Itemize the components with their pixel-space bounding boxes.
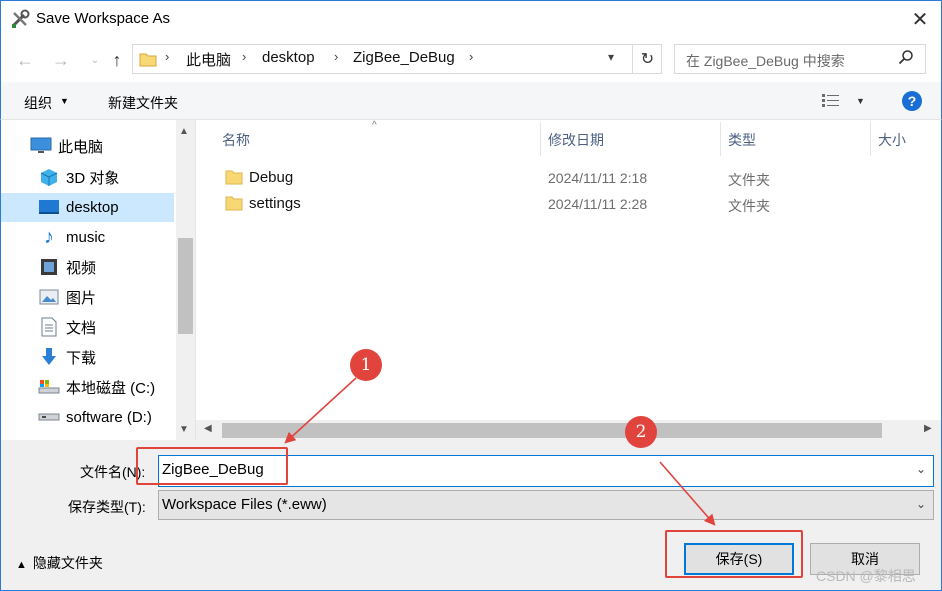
annotation-arrow-1 — [284, 377, 357, 444]
annotation-badge-2: 2 — [625, 416, 657, 448]
annotation-arrows — [284, 377, 716, 526]
watermark: CSDN @黎相思 — [816, 568, 916, 584]
annotation-arrow-2 — [659, 461, 716, 526]
annotation-badge-1: 1 — [350, 349, 382, 381]
